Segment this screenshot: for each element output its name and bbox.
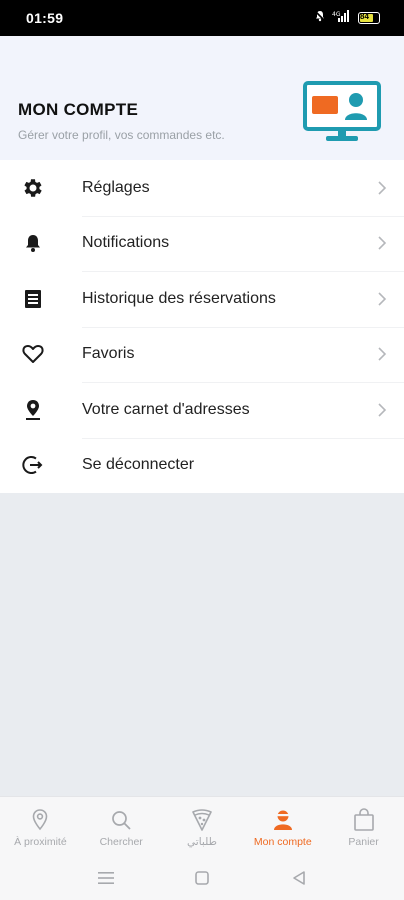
location-pin-icon bbox=[20, 397, 46, 423]
menu-item-label: Votre carnet d'adresses bbox=[82, 400, 250, 418]
list-icon bbox=[20, 286, 46, 312]
page-subtitle: Gérer votre profil, vos commandes etc. bbox=[18, 128, 225, 142]
bottom-nav: À proximité Chercher طلباتي Mon compte P… bbox=[0, 796, 404, 856]
svg-text:4G: 4G bbox=[332, 11, 341, 18]
chevron-right-icon bbox=[376, 292, 388, 306]
logout-icon bbox=[20, 452, 46, 478]
tab-label: Panier bbox=[348, 836, 379, 848]
menu-item-label: Favoris bbox=[82, 345, 135, 363]
heart-icon bbox=[20, 341, 46, 367]
menu-item-favorites[interactable]: Favoris bbox=[0, 326, 404, 383]
tab-my-account[interactable]: Mon compte bbox=[242, 797, 323, 856]
tab-cart[interactable]: Panier bbox=[323, 797, 404, 856]
menu-item-logout[interactable]: Se déconnecter bbox=[0, 437, 404, 494]
battery-level: 84 bbox=[360, 12, 369, 21]
menu-item-label: Historique des réservations bbox=[82, 289, 276, 307]
menu-item-settings[interactable]: Réglages bbox=[0, 160, 404, 216]
menu-icon[interactable] bbox=[96, 868, 116, 888]
status-time: 01:59 bbox=[26, 10, 64, 26]
status-bar: 01:59 4G 84 bbox=[0, 0, 404, 36]
menu-item-address-book[interactable]: Votre carnet d'adresses bbox=[0, 382, 404, 438]
chevron-right-icon bbox=[376, 403, 388, 417]
page-title: MON COMPTE bbox=[18, 100, 139, 119]
account-header: MON COMPTE Gérer votre profil, vos comma… bbox=[0, 36, 404, 160]
tab-label: طلباتي bbox=[187, 836, 217, 848]
bell-icon bbox=[20, 230, 46, 256]
tab-label: À proximité bbox=[14, 836, 67, 848]
bell-mute-icon bbox=[314, 9, 326, 27]
chevron-right-icon bbox=[376, 236, 388, 250]
account-menu: Réglages Notifications Historique des ré… bbox=[0, 160, 404, 493]
chevron-right-icon bbox=[376, 347, 388, 361]
home-square-icon[interactable] bbox=[192, 868, 212, 888]
gear-icon bbox=[20, 175, 46, 201]
menu-item-booking-history[interactable]: Historique des réservations bbox=[0, 271, 404, 327]
tab-label: Mon compte bbox=[253, 836, 312, 848]
pizza-icon bbox=[189, 807, 215, 833]
menu-item-label: Notifications bbox=[82, 234, 170, 252]
status-icons: 4G 84 bbox=[314, 9, 380, 27]
menu-item-notifications[interactable]: Notifications bbox=[0, 215, 404, 272]
chevron-right-icon bbox=[376, 181, 388, 195]
system-nav-bar bbox=[0, 856, 404, 900]
tab-nearby[interactable]: À proximité bbox=[0, 797, 81, 856]
tab-label: Chercher bbox=[99, 836, 143, 848]
menu-item-label: Se déconnecter bbox=[82, 456, 195, 474]
user-icon bbox=[270, 807, 296, 833]
search-icon bbox=[108, 807, 134, 833]
tab-search[interactable]: Chercher bbox=[81, 797, 162, 856]
battery-icon: 84 bbox=[358, 12, 380, 24]
map-pin-icon bbox=[27, 807, 53, 833]
back-triangle-icon[interactable] bbox=[289, 868, 309, 888]
menu-item-label: Réglages bbox=[82, 178, 150, 196]
monitor-profile-illustration bbox=[302, 80, 382, 144]
tab-my-orders[interactable]: طلباتي bbox=[162, 797, 243, 856]
signal-icon: 4G bbox=[332, 9, 350, 27]
shopping-bag-icon bbox=[351, 807, 377, 833]
